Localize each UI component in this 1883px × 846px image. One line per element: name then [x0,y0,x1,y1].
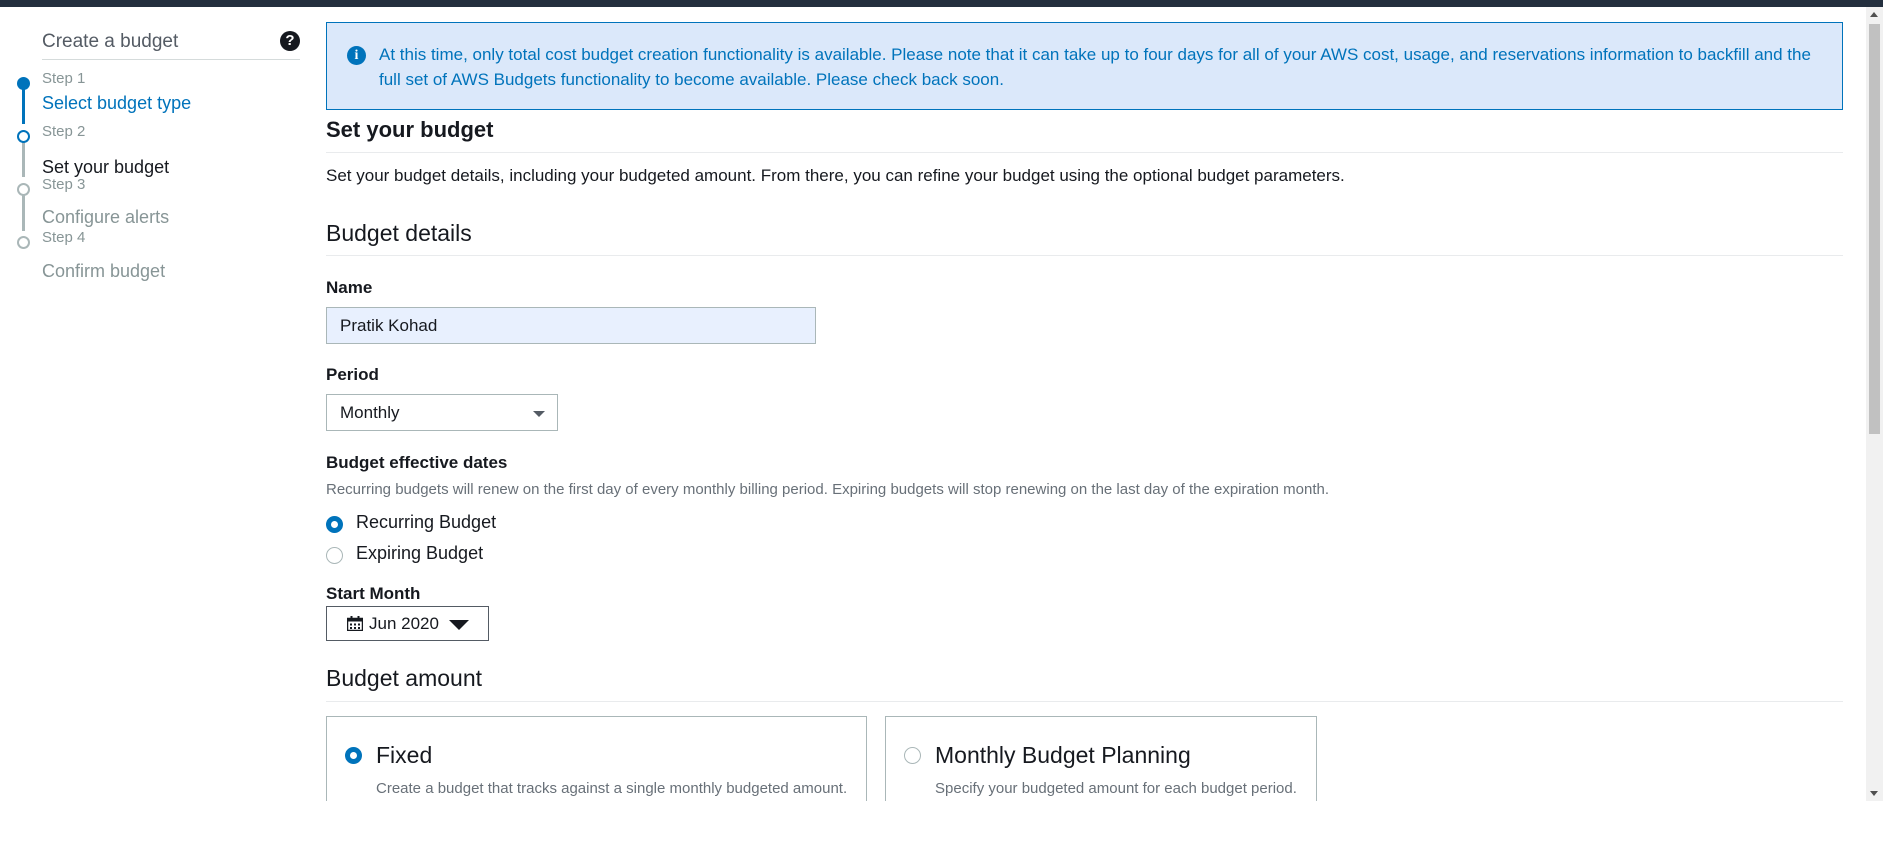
main-content: i At this time, only total cost budget c… [326,7,1845,801]
start-month-label: Start Month [326,584,421,603]
step-1-label[interactable]: Select budget type [42,93,191,114]
monthly-budget-planning-card[interactable]: Monthly Budget Planning Specify your bud… [885,716,1317,801]
recurring-budget-radio[interactable] [326,516,343,533]
calendar-icon [347,616,363,631]
monthly-budget-planning-title: Monthly Budget Planning [935,742,1191,768]
effective-dates-hint: Recurring budgets will renew on the firs… [326,481,1330,498]
step-2-indicator [17,130,30,143]
sidebar-header: Create a budget ? [42,21,300,60]
step-4-number: Step 4 [42,229,86,246]
budget-amount-heading: Budget amount [326,665,483,691]
vertical-scrollbar[interactable] [1866,7,1883,801]
page-description: Set your budget details, including your … [326,166,1345,185]
step-3-number: Step 3 [42,176,86,193]
period-label: Period [326,365,379,384]
caret-down-icon [449,620,469,630]
scrollbar-thumb[interactable] [1869,24,1880,434]
info-circle-icon: i [347,46,366,65]
fixed-budget-title: Fixed [376,742,433,768]
scroll-up-arrow-icon[interactable] [1870,12,1878,17]
monthly-budget-planning-description: Specify your budgeted amount for each bu… [935,780,1297,797]
step-2-number: Step 2 [42,123,86,140]
content-viewport: Create a budget ? Step 1 Select budget t… [0,7,1866,801]
monthly-budget-planning-radio[interactable] [904,747,921,764]
start-month-picker[interactable]: Jun 2020 [326,606,489,641]
question-circle-icon[interactable]: ? [280,31,300,51]
divider [326,701,1843,702]
page-title: Set your budget [326,117,494,142]
expiring-budget-label[interactable]: Expiring Budget [356,543,483,564]
divider [326,152,1843,153]
fixed-budget-card[interactable]: Fixed Create a budget that tracks agains… [326,716,867,801]
scroll-down-arrow-icon[interactable] [1870,791,1878,796]
step-2-label: Set your budget [42,157,170,177]
step-3-indicator [17,183,30,196]
info-alert: i At this time, only total cost budget c… [326,22,1843,110]
top-bar [0,0,1883,7]
fixed-budget-description: Create a budget that tracks against a si… [376,780,848,797]
start-month-value: Jun 2020 [369,614,439,633]
step-4-label: Confirm budget [42,261,166,281]
period-select[interactable]: Monthly [326,394,558,431]
fixed-budget-radio[interactable] [345,747,362,764]
step-connector-1 [22,84,25,124]
step-1-indicator [17,77,30,90]
step-1-number: Step 1 [42,70,86,87]
step-3-label: Configure alerts [42,207,170,227]
name-label: Name [326,278,373,297]
budget-details-heading: Budget details [326,220,472,246]
info-alert-text: At this time, only total cost budget cre… [379,45,1811,89]
effective-dates-label: Budget effective dates [326,453,508,472]
divider [326,255,1843,256]
wizard-stepper: Step 1 Select budget type Step 2 Set you… [0,70,300,331]
expiring-budget-radio[interactable] [326,547,343,564]
period-selected-value: Monthly [340,403,400,422]
sidebar-title: Create a budget [42,31,179,52]
budget-name-input[interactable] [326,307,816,344]
recurring-budget-label[interactable]: Recurring Budget [356,512,496,533]
step-connector-2 [22,137,25,177]
caret-down-icon [533,411,545,417]
step-4-indicator [17,236,30,249]
